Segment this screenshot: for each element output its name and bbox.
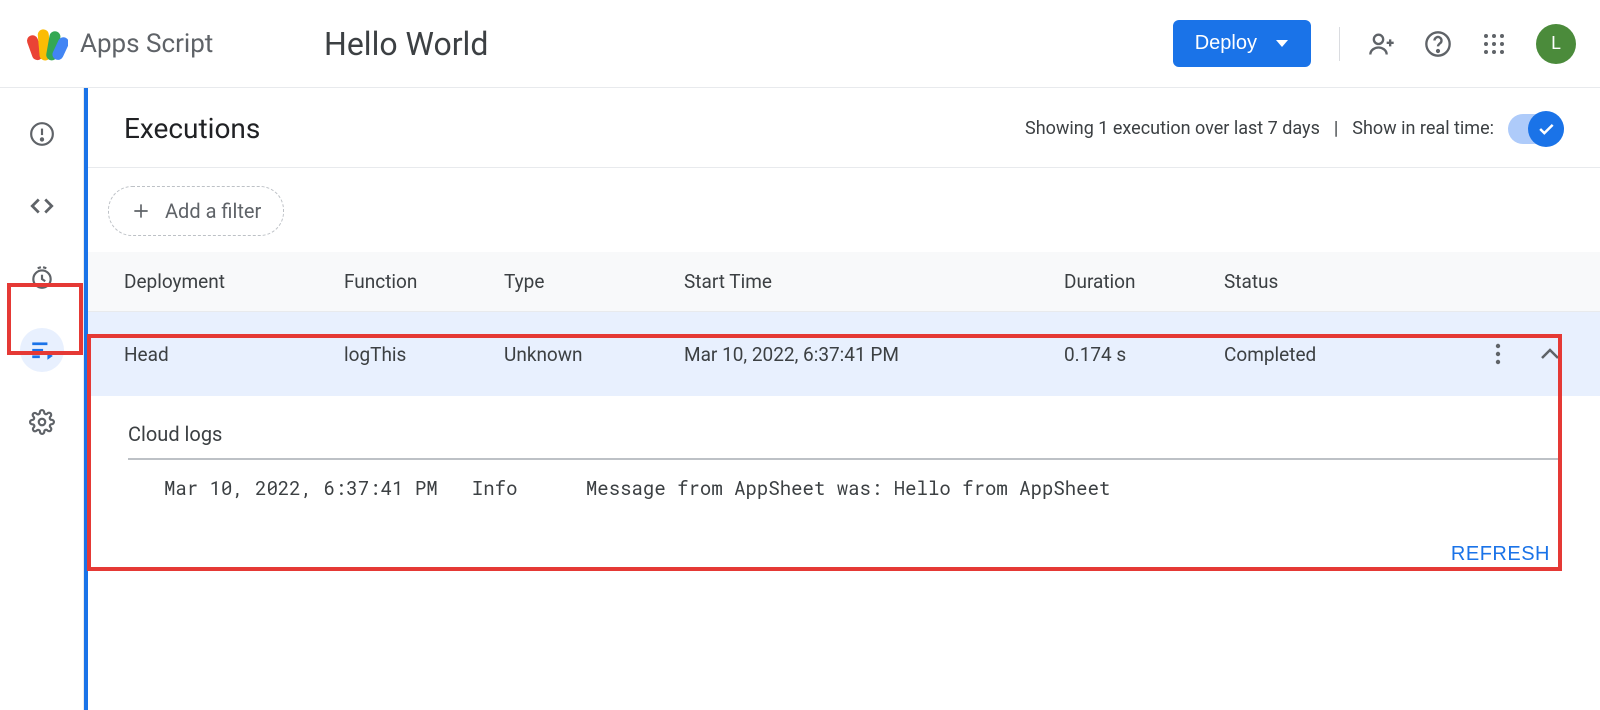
cell-type: Unknown xyxy=(504,343,684,366)
add-filter-button[interactable]: Add a filter xyxy=(108,186,284,236)
cell-deployment: Head xyxy=(124,343,344,366)
sidebar-item-settings[interactable] xyxy=(20,400,64,444)
cell-function: logThis xyxy=(344,343,504,366)
separator: | xyxy=(1334,118,1338,139)
deploy-button[interactable]: Deploy xyxy=(1173,20,1311,67)
logo-area: Apps Script xyxy=(24,22,304,66)
apps-script-logo-icon xyxy=(24,22,68,66)
execution-summary: Showing 1 execution over last 7 days xyxy=(1025,118,1320,139)
app-header: Apps Script Hello World Deploy L xyxy=(0,0,1600,88)
dropdown-icon xyxy=(1275,39,1289,49)
realtime-toggle[interactable] xyxy=(1508,114,1564,144)
chevron-up-icon[interactable] xyxy=(1536,340,1564,368)
cell-start-time: Mar 10, 2022, 6:37:41 PM xyxy=(684,343,1064,366)
col-deployment[interactable]: Deployment xyxy=(124,270,344,293)
add-person-icon[interactable] xyxy=(1368,30,1396,58)
cell-status: Completed xyxy=(1224,343,1424,366)
plus-icon xyxy=(131,201,151,221)
avatar[interactable]: L xyxy=(1536,24,1576,64)
project-title[interactable]: Hello World xyxy=(324,25,488,63)
sidebar-item-triggers[interactable] xyxy=(20,256,64,300)
check-icon xyxy=(1528,111,1564,147)
page-title: Executions xyxy=(124,112,260,145)
filter-bar: Add a filter xyxy=(88,168,1600,252)
refresh-bar: REFRESH xyxy=(88,513,1600,596)
sidebar xyxy=(0,88,84,710)
cloud-logs-title: Cloud logs xyxy=(128,422,1560,446)
cell-duration: 0.174 s xyxy=(1064,343,1224,366)
page-header: Executions Showing 1 execution over last… xyxy=(88,88,1600,168)
col-type[interactable]: Type xyxy=(504,270,684,293)
apps-grid-icon[interactable] xyxy=(1480,30,1508,58)
refresh-button[interactable]: REFRESH xyxy=(1451,543,1550,566)
product-name: Apps Script xyxy=(80,29,213,59)
col-function[interactable]: Function xyxy=(344,270,504,293)
col-start-time[interactable]: Start Time xyxy=(684,270,1064,293)
realtime-label: Show in real time: xyxy=(1352,118,1494,139)
table-row[interactable]: Head logThis Unknown Mar 10, 2022, 6:37:… xyxy=(88,312,1600,396)
table-header: Deployment Function Type Start Time Dura… xyxy=(88,252,1600,312)
more-options-icon[interactable] xyxy=(1484,340,1512,368)
separator xyxy=(1339,27,1340,61)
sidebar-item-executions[interactable] xyxy=(20,328,64,372)
sidebar-item-editor[interactable] xyxy=(20,184,64,228)
add-filter-label: Add a filter xyxy=(165,199,261,223)
sidebar-item-overview[interactable] xyxy=(20,112,64,156)
deploy-label: Deploy xyxy=(1195,32,1257,55)
header-actions: Deploy L xyxy=(1173,20,1576,67)
col-status[interactable]: Status xyxy=(1224,270,1424,293)
help-icon[interactable] xyxy=(1424,30,1452,58)
log-entry: Mar 10, 2022, 6:37:41 PM Info Message fr… xyxy=(128,476,1560,501)
divider xyxy=(128,458,1560,460)
main-content: Executions Showing 1 execution over last… xyxy=(84,88,1600,710)
cloud-logs-panel: Cloud logs Mar 10, 2022, 6:37:41 PM Info… xyxy=(88,396,1600,513)
avatar-initial: L xyxy=(1551,33,1561,54)
col-duration[interactable]: Duration xyxy=(1064,270,1224,293)
